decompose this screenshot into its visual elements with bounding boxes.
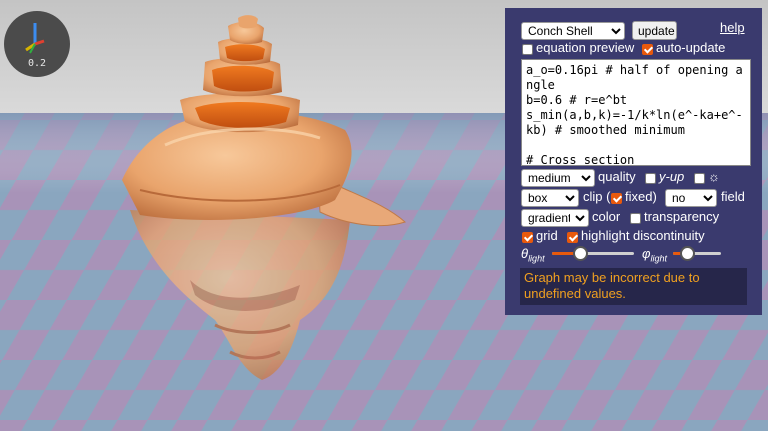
quality-select[interactable]: medium <box>521 169 595 187</box>
equation-editor[interactable]: a_o=0.16pi # half of opening angle b=0.6… <box>521 59 751 166</box>
transparency-checkbox[interactable] <box>630 213 641 224</box>
axes-orientation-widget[interactable]: 0.2 <box>4 11 70 77</box>
auto-update-label: auto-update <box>656 40 726 55</box>
transparency-label: transparency <box>644 209 720 224</box>
phi-light-slider[interactable] <box>673 246 721 261</box>
equation-preview-label: equation preview <box>536 40 635 55</box>
field-label: field <box>721 189 745 204</box>
grid-label: grid <box>536 228 558 243</box>
warning-message: Graph may be incorrect due to undefined … <box>520 268 747 305</box>
grid-checkbox[interactable] <box>522 232 533 243</box>
theta-light-label: θlight <box>521 246 545 264</box>
phi-light-slider-knob[interactable] <box>679 246 695 261</box>
sun-checkbox[interactable] <box>694 173 705 184</box>
y-up-label: y-up <box>659 169 685 184</box>
preset-select[interactable]: Conch Shell <box>521 22 625 40</box>
color-label: color <box>592 209 621 224</box>
phi-light-label: φlight <box>642 246 667 264</box>
clip-label: clip ( <box>583 189 611 204</box>
auto-update-checkbox[interactable] <box>642 44 653 55</box>
sun-icon: ☼ <box>708 169 720 184</box>
clip-fixed-checkbox[interactable] <box>611 193 622 204</box>
clip-fixed-label: fixed) <box>625 189 657 204</box>
axes-scale-label: 0.2 <box>27 58 47 69</box>
highlight-discontinuity-checkbox[interactable] <box>567 232 578 243</box>
clip-select[interactable]: box <box>521 189 579 207</box>
equation-preview-checkbox[interactable] <box>522 44 533 55</box>
control-panel: Conch Shell update help equation preview… <box>505 8 762 315</box>
field-select[interactable]: no <box>665 189 717 207</box>
y-up-checkbox[interactable] <box>645 173 656 184</box>
theta-light-slider[interactable] <box>552 246 634 261</box>
update-button[interactable]: update <box>632 21 677 40</box>
highlight-discontinuity-label: highlight discontinuity <box>581 228 705 243</box>
theta-light-slider-knob[interactable] <box>573 246 589 261</box>
color-select[interactable]: gradient <box>521 209 589 227</box>
quality-label: quality <box>598 169 636 184</box>
help-link[interactable]: help <box>720 20 745 35</box>
